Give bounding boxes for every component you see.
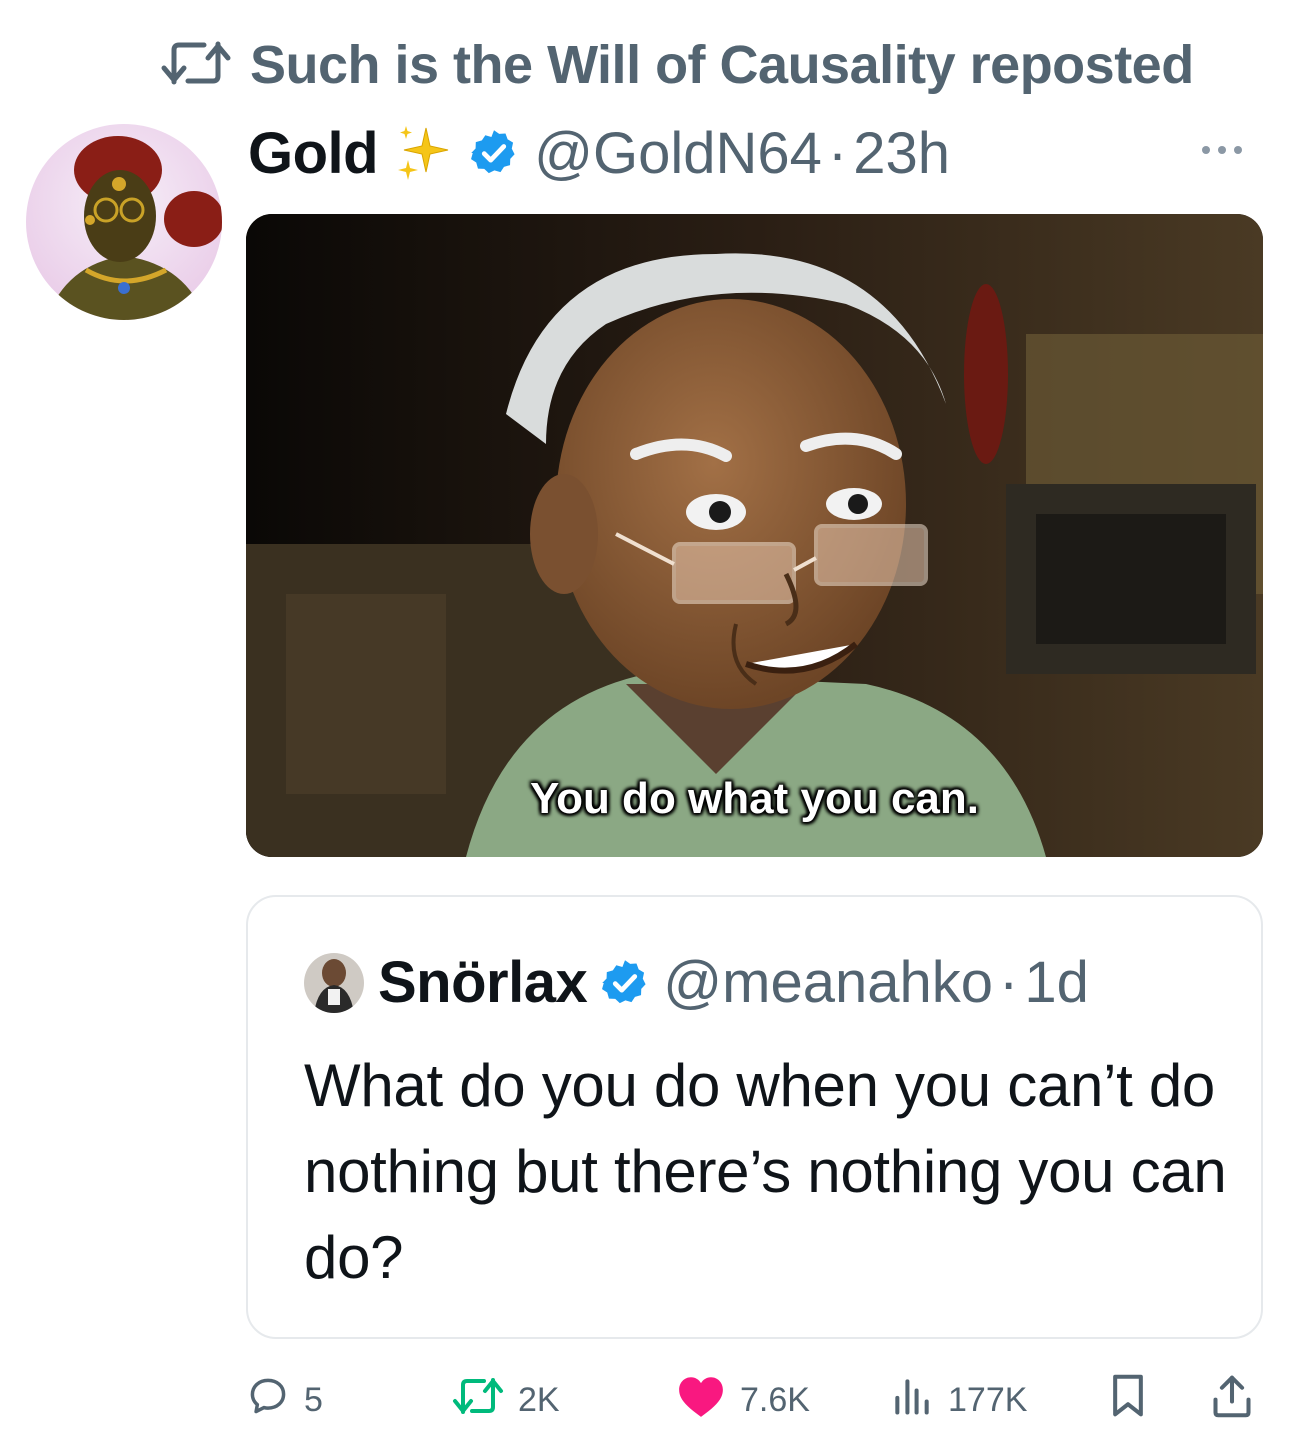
post-timestamp[interactable]: 23h xyxy=(853,120,950,187)
action-bar: 5 2K 7.6K 177K xyxy=(246,1370,1266,1430)
like-button[interactable]: 7.6K xyxy=(676,1370,810,1430)
heart-icon xyxy=(676,1373,726,1428)
quoted-post-text: What do you do when you can’t do nothing… xyxy=(304,1052,1227,1291)
sparkles-icon xyxy=(396,124,452,182)
repost-icon xyxy=(160,38,232,93)
repost-context[interactable]: Such is the Will of Causality reposted xyxy=(160,34,1194,96)
verified-badge-icon[interactable] xyxy=(599,957,651,1009)
views-button[interactable]: 177K xyxy=(890,1370,1027,1430)
repost-label: Such is the Will of Causality reposted xyxy=(250,35,1194,95)
views-icon xyxy=(890,1374,934,1427)
share-button[interactable] xyxy=(1210,1370,1254,1430)
quoted-post[interactable]: Snörlax @meanahko · 1d What do you do wh… xyxy=(246,895,1263,1339)
repost-icon xyxy=(452,1374,504,1427)
quoted-post-header: Snörlax @meanahko · 1d xyxy=(304,949,1089,1016)
reply-icon xyxy=(246,1374,290,1427)
author-name[interactable]: Gold xyxy=(248,120,379,187)
separator-dot: · xyxy=(998,950,1019,1015)
post-media-image[interactable]: You do what you can. xyxy=(246,214,1263,857)
repost-button[interactable]: 2K xyxy=(452,1370,560,1430)
repost-count: 2K xyxy=(518,1380,560,1419)
share-icon xyxy=(1210,1372,1254,1429)
reply-button[interactable]: 5 xyxy=(246,1370,323,1430)
separator-dot: · xyxy=(827,120,848,186)
bookmark-button[interactable] xyxy=(1106,1370,1150,1430)
post-header: Gold @GoldN64 · 23h xyxy=(248,118,1260,188)
quoted-author-handle[interactable]: @meanahko xyxy=(663,949,993,1016)
verified-badge-icon[interactable] xyxy=(468,127,520,179)
like-count: 7.6K xyxy=(740,1380,810,1419)
views-count: 177K xyxy=(948,1380,1028,1419)
more-icon[interactable] xyxy=(1200,142,1244,163)
reply-count: 5 xyxy=(304,1380,323,1419)
author-avatar[interactable] xyxy=(26,124,222,320)
bookmark-icon xyxy=(1106,1372,1150,1429)
quoted-author-name[interactable]: Snörlax xyxy=(378,949,588,1016)
quoted-post-timestamp[interactable]: 1d xyxy=(1024,949,1089,1016)
author-handle[interactable]: @GoldN64 xyxy=(534,120,822,187)
quoted-author-avatar[interactable] xyxy=(304,952,364,1013)
media-subtitle: You do what you can. xyxy=(530,774,979,823)
